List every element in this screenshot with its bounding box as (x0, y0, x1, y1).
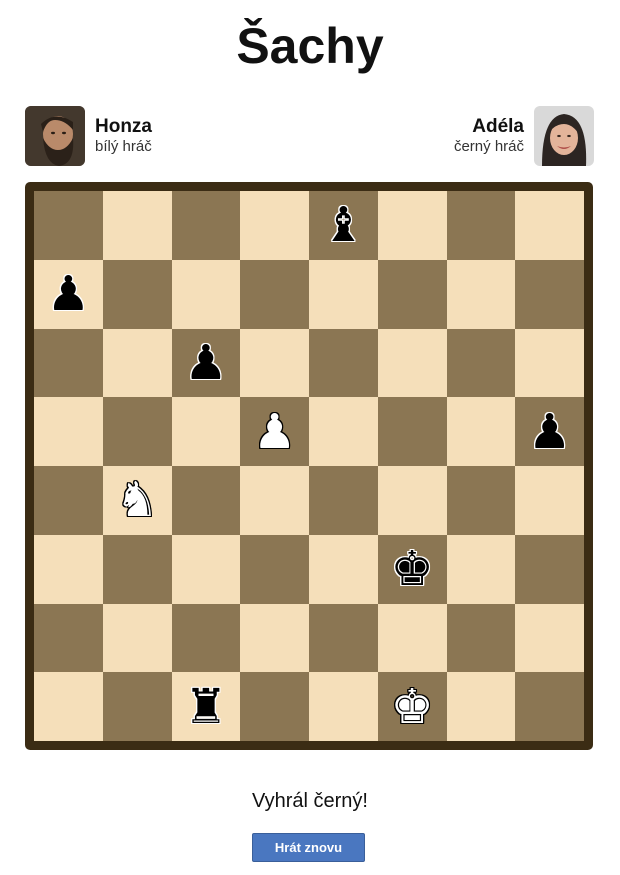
square-b3[interactable] (102, 534, 172, 604)
square-a2[interactable] (34, 603, 103, 673)
square-h3[interactable] (515, 534, 584, 604)
square-f7[interactable] (377, 259, 447, 329)
black-bishop-icon[interactable]: ♝ (322, 201, 365, 249)
square-f4[interactable] (377, 466, 447, 535)
black-pawn-icon[interactable]: ♟ (47, 270, 90, 318)
square-h4[interactable] (515, 466, 584, 535)
square-h2[interactable] (515, 603, 584, 673)
black-pawn-icon[interactable]: ♟ (528, 408, 571, 456)
square-c7[interactable] (171, 259, 241, 329)
square-c8[interactable] (171, 191, 241, 260)
square-a6[interactable] (34, 328, 103, 398)
square-g2[interactable] (446, 603, 516, 673)
square-d8[interactable] (240, 191, 309, 260)
square-g3[interactable] (446, 534, 516, 604)
page-title: Šachy (236, 18, 384, 74)
square-b6[interactable] (102, 328, 172, 398)
square-d1[interactable] (240, 672, 309, 741)
square-f3[interactable]: ♚ (377, 534, 447, 604)
square-g5[interactable] (446, 397, 516, 466)
square-d3[interactable] (240, 534, 309, 604)
play-again-button[interactable]: Hrát znovu (252, 833, 365, 862)
square-f5[interactable] (377, 397, 447, 466)
game-status: Vyhrál černý! (252, 790, 368, 812)
square-a1[interactable] (34, 672, 103, 741)
black-king-icon[interactable]: ♚ (391, 545, 434, 593)
square-d7[interactable] (240, 259, 309, 329)
square-c1[interactable]: ♜ (171, 672, 241, 741)
avatar-black-player (534, 106, 594, 166)
square-a3[interactable] (34, 534, 103, 604)
square-g4[interactable] (446, 466, 516, 535)
square-c4[interactable] (171, 466, 241, 535)
black-player-name: Adéla (472, 116, 524, 137)
square-h6[interactable] (515, 328, 584, 398)
black-player-role: černý hráč (453, 138, 524, 155)
square-f6[interactable] (377, 328, 447, 398)
square-h8[interactable] (515, 191, 584, 260)
square-a4[interactable] (34, 466, 103, 535)
black-pawn-icon[interactable]: ♟ (184, 339, 227, 387)
square-g8[interactable] (446, 191, 516, 260)
square-e3[interactable] (309, 534, 378, 604)
square-g7[interactable] (446, 259, 516, 329)
square-h7[interactable] (515, 259, 584, 329)
square-b4[interactable]: ♞ (102, 466, 172, 535)
white-pawn-icon[interactable]: ♟ (253, 408, 296, 456)
white-player-name: Honza (95, 116, 152, 137)
white-player-role: bílý hráč (95, 138, 152, 155)
square-e1[interactable] (309, 672, 378, 741)
square-e2[interactable] (309, 603, 378, 673)
square-g6[interactable] (446, 328, 516, 398)
chess-board[interactable]: ♝ ♟ ♟ ♟ ♟ ♞ ♚ ♜ ♚ (34, 191, 584, 741)
white-knight-icon[interactable]: ♞ (116, 476, 159, 524)
square-f2[interactable] (377, 603, 447, 673)
square-a7[interactable]: ♟ (34, 259, 103, 329)
black-rook-icon[interactable]: ♜ (184, 683, 227, 731)
player-black: Adéla černý hráč (454, 106, 594, 166)
square-a5[interactable] (34, 397, 103, 466)
square-d5[interactable]: ♟ (240, 397, 309, 466)
square-e7[interactable] (309, 259, 378, 329)
square-f1[interactable]: ♚ (377, 672, 447, 741)
square-h5[interactable]: ♟ (515, 397, 584, 466)
square-b1[interactable] (102, 672, 172, 741)
square-g1[interactable] (446, 672, 516, 741)
square-c5[interactable] (171, 397, 241, 466)
square-f8[interactable] (377, 191, 447, 260)
player-white: Honza bílý hráč (25, 106, 152, 166)
square-h1[interactable] (515, 672, 584, 741)
square-c6[interactable]: ♟ (171, 328, 241, 398)
square-c2[interactable] (171, 603, 241, 673)
square-e5[interactable] (309, 397, 378, 466)
chess-board-frame: ♝ ♟ ♟ ♟ ♟ ♞ ♚ ♜ ♚ (25, 182, 593, 750)
square-e8[interactable]: ♝ (309, 191, 378, 260)
square-b8[interactable] (102, 191, 172, 260)
square-b2[interactable] (102, 603, 172, 673)
square-d4[interactable] (240, 466, 309, 535)
square-d6[interactable] (240, 328, 309, 398)
white-king-icon[interactable]: ♚ (391, 683, 434, 731)
square-b5[interactable] (102, 397, 172, 466)
square-e6[interactable] (309, 328, 378, 398)
square-e4[interactable] (309, 466, 378, 535)
square-b7[interactable] (102, 259, 172, 329)
square-a8[interactable] (34, 191, 103, 260)
square-c3[interactable] (171, 534, 241, 604)
square-d2[interactable] (240, 603, 309, 673)
avatar-white-player (25, 106, 85, 166)
